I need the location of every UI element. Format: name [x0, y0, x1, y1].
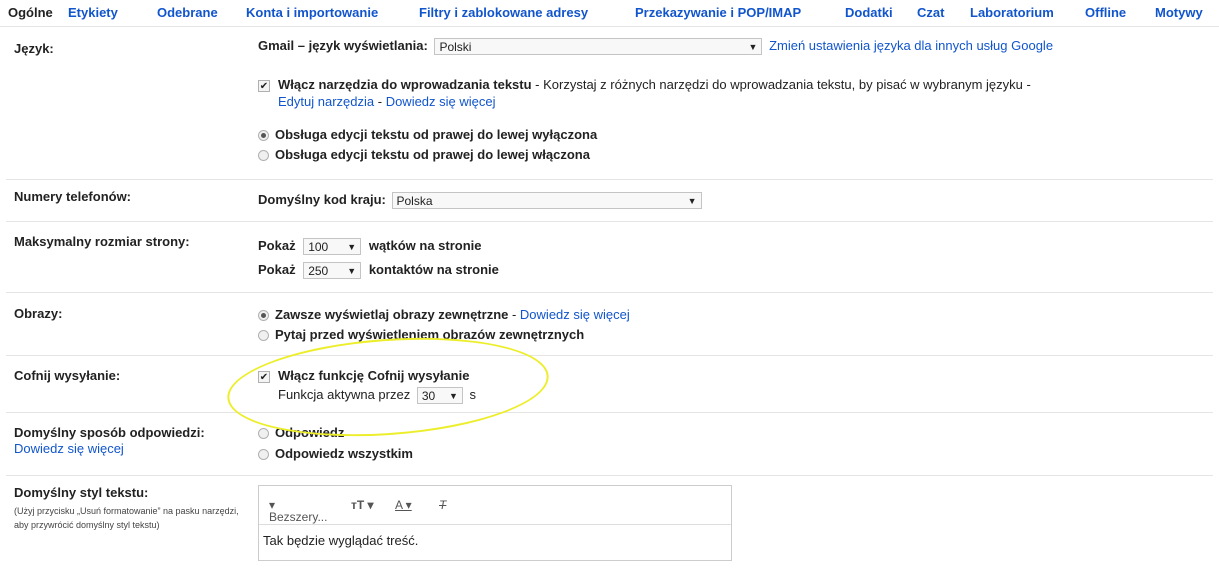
tab-inbox[interactable]: Odebrane	[157, 5, 218, 20]
contacts-row: Pokaż 250 ▼ kontaktów na stronie	[258, 262, 499, 280]
threads-row: Pokaż 100 ▼ wątków na stronie	[258, 238, 482, 256]
country-code-select[interactable]: Polska ▼	[391, 192, 702, 210]
page-size-section: Maksymalny rozmiar strony: Pokaż 100 ▼ wą…	[6, 222, 1213, 293]
dropdown-arrow-icon: ▼	[687, 196, 697, 207]
settings-tabs: Ogólne Etykiety Odebrane Konta i importo…	[0, 0, 1219, 27]
show-label: Pokaż	[258, 262, 296, 277]
tab-general[interactable]: Ogólne	[8, 5, 53, 20]
threads-value: 100	[308, 240, 329, 255]
tab-labels[interactable]: Etykiety	[68, 5, 118, 20]
page-size-label: Maksymalny rozmiar strony:	[14, 234, 190, 249]
reply-label: Domyślny sposób odpowiedzi:	[14, 425, 205, 440]
contacts-suffix: kontaktów na stronie	[368, 262, 499, 277]
phone-section: Numery telefonów: Domyślny kod kraju: Po…	[6, 180, 1213, 222]
display-language-select[interactable]: Polski ▼	[434, 38, 763, 56]
undo-send-label: Cofnij wysyłanie:	[14, 368, 121, 383]
rtl-on-radio[interactable]	[258, 150, 269, 162]
country-code-row: Domyślny kod kraju: Polska ▼	[258, 192, 702, 210]
language-label: Język:	[14, 41, 54, 56]
text-style-preview: Tak będzie wyglądać treść.	[263, 533, 419, 548]
reply-radio[interactable]	[258, 428, 269, 440]
tab-addons[interactable]: Dodatki	[845, 5, 893, 20]
font-size-icon[interactable]: ᴛT ▾	[351, 498, 374, 512]
threads-select[interactable]: 100 ▼	[303, 238, 362, 256]
tab-forwarding[interactable]: Przekazywanie i POP/IMAP	[635, 5, 801, 20]
font-value: Bezszery...	[269, 510, 328, 524]
formatting-toolbar: Bezszery... ▾ ᴛT ▾ A ▾ T	[259, 486, 731, 525]
tab-labs[interactable]: Laboratorium	[970, 5, 1054, 20]
rtl-off-radio[interactable]	[258, 130, 269, 142]
separator: -	[508, 307, 520, 322]
phone-label: Numery telefonów:	[14, 189, 132, 204]
edit-tools-link[interactable]: Edytuj narzędzia	[278, 94, 374, 109]
reply-section: Domyślny sposób odpowiedzi: Dowiedz się …	[6, 413, 1213, 476]
input-tools-row: ✔ Włącz narzędzia do wprowadzania tekstu …	[258, 76, 1031, 110]
learn-more-link[interactable]: Dowiedz się więcej	[386, 94, 496, 109]
tab-chat[interactable]: Czat	[917, 5, 944, 20]
threads-suffix: wątków na stronie	[368, 238, 482, 253]
remove-formatting-icon[interactable]: T	[439, 498, 446, 512]
learn-more-link[interactable]: Dowiedz się więcej	[520, 307, 630, 322]
images-always-option[interactable]: Zawsze wyświetlaj obrazy zewnętrzne - Do…	[258, 307, 630, 322]
contacts-select[interactable]: 250 ▼	[303, 262, 362, 280]
tab-filters[interactable]: Filtry i zablokowane adresy	[419, 5, 588, 20]
dropdown-arrow-icon: ▼	[748, 42, 758, 53]
input-tools-checkbox[interactable]: ✔	[258, 79, 270, 92]
input-tools-desc: - Korzystaj z różnych narzędzi do wprowa…	[531, 77, 1031, 92]
images-label: Obrazy:	[14, 306, 63, 321]
font-select[interactable]: Bezszery... ▾	[269, 498, 327, 524]
rtl-on-label: Obsługa edycji tekstu od prawej do lewej…	[275, 147, 590, 162]
text-style-label: Domyślny styl tekstu:	[14, 485, 149, 500]
input-tools-label: Włącz narzędzia do wprowadzania tekstu	[278, 77, 532, 92]
images-section: Obrazy: Zawsze wyświetlaj obrazy zewnętr…	[6, 293, 1213, 356]
rtl-on-option[interactable]: Obsługa edycji tekstu od prawej do lewej…	[258, 147, 590, 162]
undo-send-section: Cofnij wysyłanie: ✔ Włącz funkcję Cofnij …	[6, 356, 1213, 413]
text-style-hint: (Użyj przycisku „Usuń formatowanie” na p…	[14, 506, 239, 530]
text-color-icon[interactable]: A ▾	[395, 498, 412, 512]
images-always-radio[interactable]	[258, 310, 269, 322]
display-language-row: Gmail – język wyświetlania: Polski ▼ Zmie…	[258, 38, 1053, 56]
images-ask-radio[interactable]	[258, 330, 269, 342]
rtl-off-label: Obsługa edycji tekstu od prawej do lewej…	[275, 127, 598, 142]
show-label: Pokaż	[258, 238, 296, 253]
contacts-value: 250	[308, 264, 329, 279]
language-section: Język: Gmail – język wyświetlania: Polsk…	[6, 27, 1213, 180]
tab-offline[interactable]: Offline	[1085, 5, 1126, 20]
rtl-off-option[interactable]: Obsługa edycji tekstu od prawej do lewej…	[258, 127, 597, 142]
text-style-editor: Bezszery... ▾ ᴛT ▾ A ▾ T Tak będzie wygl…	[258, 485, 732, 561]
tab-accounts[interactable]: Konta i importowanie	[246, 5, 378, 20]
change-language-link[interactable]: Zmień ustawienia języka dla innych usług…	[769, 38, 1053, 53]
separator: -	[374, 94, 386, 109]
country-code-label: Domyślny kod kraju:	[258, 192, 386, 207]
dropdown-arrow-icon: ▼	[347, 266, 357, 277]
images-always-label: Zawsze wyświetlaj obrazy zewnętrzne	[275, 307, 509, 322]
reply-all-label: Odpowiedz wszystkim	[275, 446, 413, 461]
tab-themes[interactable]: Motywy	[1155, 5, 1203, 20]
dropdown-arrow-icon: ▼	[347, 242, 357, 253]
reply-all-option[interactable]: Odpowiedz wszystkim	[258, 446, 413, 461]
country-code-value: Polska	[396, 194, 433, 209]
display-language-label: Gmail – język wyświetlania:	[258, 38, 428, 53]
reply-learn-more-link[interactable]: Dowiedz się więcej	[14, 441, 124, 456]
reply-all-radio[interactable]	[258, 449, 269, 461]
display-language-value: Polski	[439, 40, 472, 55]
